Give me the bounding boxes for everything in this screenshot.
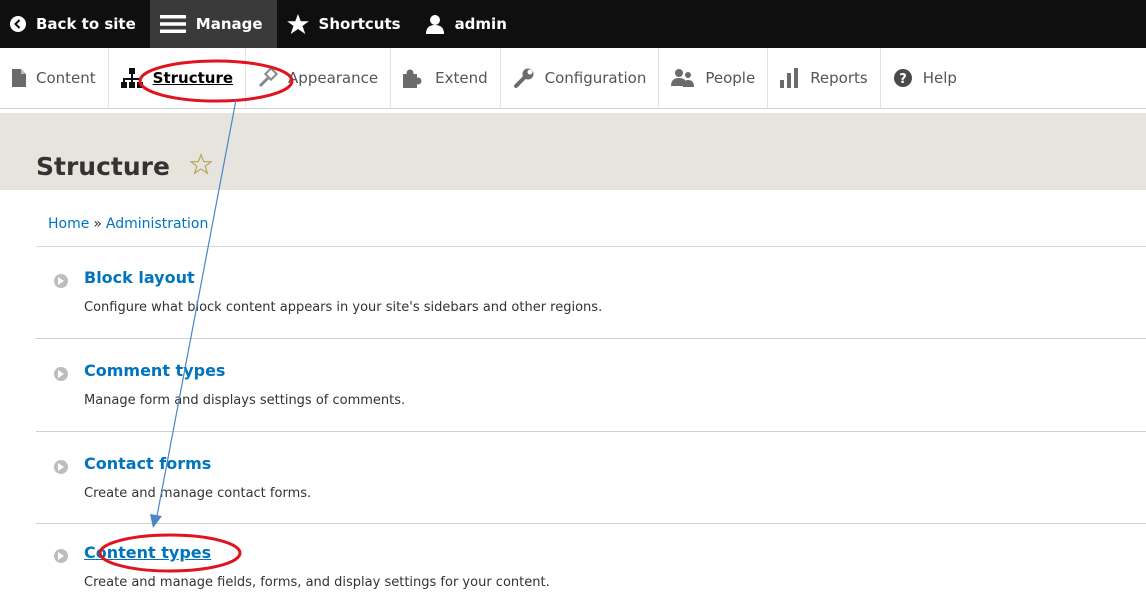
help-icon: ? [893, 69, 912, 87]
document-icon [12, 69, 26, 87]
tray-label-extend: Extend [435, 69, 488, 87]
comment-types-description: Manage form and displays settings of com… [84, 393, 406, 408]
tray-label-reports: Reports [810, 69, 868, 87]
tray-label-configuration: Configuration [544, 69, 647, 87]
tray-item-people[interactable]: People [659, 47, 769, 109]
svg-text:?: ? [899, 72, 907, 87]
tray-item-configuration[interactable]: Configuration [501, 47, 660, 109]
manage-label: Manage [195, 15, 263, 33]
contact-forms-link[interactable]: Contact forms [84, 454, 211, 473]
admin-tray: Content Structure Appearance Extend Conf… [0, 47, 1146, 109]
user-label: admin [454, 15, 507, 33]
content-types-link[interactable]: Content types [84, 543, 211, 562]
arrow-bullet-icon [54, 274, 68, 288]
breadcrumb-administration[interactable]: Administration [106, 216, 208, 232]
tray-item-structure[interactable]: Structure [109, 47, 247, 109]
tray-item-appearance[interactable]: Appearance [246, 47, 392, 109]
divider [36, 246, 1146, 247]
block-layout-description: Configure what block content appears in … [84, 300, 603, 315]
tray-label-structure: Structure [152, 69, 234, 87]
contact-forms-description: Create and manage contact forms. [84, 486, 312, 501]
arrow-bullet-icon [54, 460, 68, 474]
tray-item-content[interactable]: Content [0, 47, 109, 109]
user-tab[interactable]: admin [415, 0, 521, 48]
breadcrumb-home[interactable]: Home [48, 216, 89, 232]
people-icon [671, 69, 695, 87]
wrench-icon [513, 68, 534, 88]
arrow-bullet-icon [54, 367, 68, 381]
divider [36, 338, 1146, 339]
divider [36, 431, 1146, 432]
chevron-left-circle-icon [10, 16, 26, 32]
page-title: Structure [36, 152, 170, 181]
tray-item-extend[interactable]: Extend [391, 47, 501, 109]
back-to-site-link[interactable]: Back to site [0, 0, 150, 48]
tray-item-help[interactable]: ? Help [881, 48, 969, 109]
content-types-description: Create and manage fields, forms, and dis… [84, 575, 550, 590]
admin-toolbar: Back to site Manage Shortcuts admin [0, 0, 1146, 48]
breadcrumb: Home» Administration [48, 216, 208, 232]
user-icon [425, 15, 444, 34]
comment-types-link[interactable]: Comment types [84, 361, 225, 380]
tray-label-help: Help [922, 69, 957, 87]
sitemap-icon [120, 68, 143, 88]
tray-label-content: Content [36, 69, 96, 87]
puzzle-icon [403, 69, 422, 88]
tray-label-people: People [705, 69, 756, 87]
shortcut-star-icon[interactable] [190, 153, 212, 175]
annotation-arrow-head [150, 514, 162, 528]
shortcuts-label: Shortcuts [318, 15, 401, 33]
tray-item-reports[interactable]: Reports [768, 47, 881, 109]
block-layout-link[interactable]: Block layout [84, 268, 195, 287]
hamburger-icon [159, 15, 186, 33]
bar-chart-icon [780, 68, 799, 88]
paint-brush-icon [258, 68, 279, 88]
tray-label-appearance: Appearance [288, 69, 379, 87]
arrow-bullet-icon [54, 549, 68, 563]
star-icon [286, 14, 309, 34]
page-header [0, 113, 1146, 190]
manage-tab[interactable]: Manage [149, 0, 277, 48]
divider [36, 523, 1146, 524]
back-to-site-label: Back to site [36, 15, 136, 33]
breadcrumb-separator: » [93, 216, 102, 232]
shortcuts-tab[interactable]: Shortcuts [277, 0, 415, 48]
